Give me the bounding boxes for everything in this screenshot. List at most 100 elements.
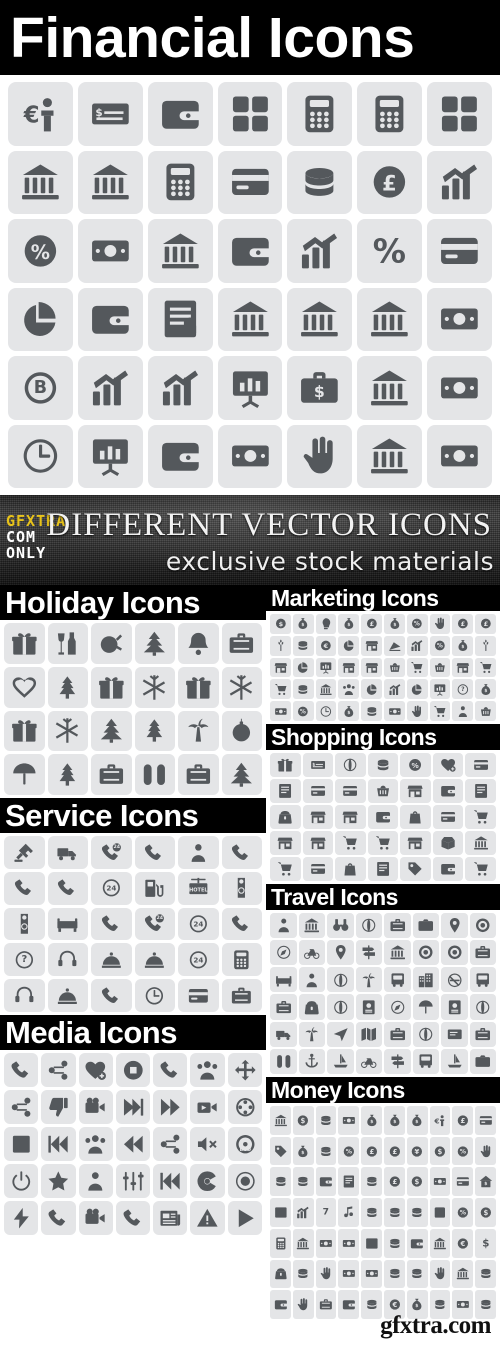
gift-present-icon (4, 710, 45, 752)
globe-stand-icon (412, 1021, 439, 1047)
coin-purse-icon (298, 994, 325, 1020)
banknote-icon (270, 1106, 291, 1135)
left-column: Holiday Icons Service Icons 24 24 HOTEL 24 2… (0, 585, 266, 1238)
tree-outline-icon (47, 754, 88, 795)
passport-id-icon (441, 994, 468, 1020)
store-building-icon (315, 679, 337, 700)
heart-add-icon (432, 753, 464, 777)
city-buildings-icon (412, 967, 439, 993)
traveler-person-icon (298, 967, 325, 993)
svg-text:£: £ (392, 1178, 397, 1186)
wallet-cards-icon (315, 1167, 337, 1197)
tag-price-icon (400, 857, 431, 881)
pound-coin-icon: £ (357, 150, 423, 214)
financial-icon-grid: € $ £%% B $ (0, 75, 500, 495)
briefcase-travel-icon (270, 994, 297, 1020)
wallet-purse-icon (270, 1290, 291, 1319)
money-bag-euro-icon: $ (383, 614, 405, 634)
bag-lock-icon (400, 805, 431, 829)
clock-chart-icon (315, 701, 337, 721)
coin-toss-icon (383, 1228, 405, 1258)
report-chart-icon (315, 657, 337, 678)
svg-text:%: % (373, 231, 406, 270)
map-pin-icon (441, 913, 468, 939)
svg-text:24: 24 (193, 955, 203, 964)
hands-dollar-icon (287, 424, 353, 488)
train-cabin-icon (384, 967, 411, 993)
globe-grid-icon (327, 967, 354, 993)
snowflake-detailed-icon (47, 710, 88, 752)
wheat-tag-icon (270, 635, 291, 656)
hand-coins-give-icon (361, 1290, 382, 1319)
luggage-trolley-icon (91, 754, 132, 795)
shopping-icon-grid: $% (266, 750, 500, 884)
hand-coin-icon (292, 1167, 314, 1197)
palm-tree-icon (298, 1021, 325, 1047)
graduate-cap-icon (452, 701, 474, 721)
promo-title: DIFFERENT VECTOR ICONS (46, 507, 492, 543)
palm-island-icon (355, 967, 382, 993)
svg-text:$: $ (461, 644, 464, 650)
pound-exchange-icon: £ (361, 1136, 382, 1166)
location-pin-icon (327, 940, 354, 966)
invoice-dollar-icon (338, 1167, 360, 1197)
thumbs-down-icon (41, 1090, 76, 1124)
growth-chart-icon (77, 356, 143, 420)
van-bus-icon (270, 1021, 297, 1047)
cheque-signature-icon: $ (302, 753, 334, 777)
svg-text:$: $ (416, 1119, 419, 1125)
flip-flops-icon (270, 1048, 297, 1074)
hotel-building-icon (384, 940, 411, 966)
coin-row-icon (475, 1259, 496, 1289)
gift-ribbon-icon (91, 666, 132, 708)
magnifier-coin-icon (292, 1259, 314, 1289)
presentation-bars-icon (77, 424, 143, 488)
building-hotel-icon (298, 913, 325, 939)
svg-text:€: € (434, 1116, 440, 1125)
box-share-icon (153, 1127, 188, 1161)
cart-wheel-icon (270, 857, 301, 881)
passport-stack-icon (355, 994, 382, 1020)
question-mark-icon: ? (4, 943, 45, 977)
pie-chart-icon (338, 635, 360, 656)
icon-sets-region: Holiday Icons Service Icons 24 24 HOTEL 24 2… (0, 585, 500, 1349)
coins-pile-icon (315, 1136, 337, 1166)
phone-ringing-icon (221, 836, 262, 869)
palm-beach-icon (178, 710, 219, 752)
radiation-symbol-icon (190, 1164, 225, 1198)
money-bag-icon: $ (383, 1106, 405, 1135)
percent-circle-icon: % (406, 614, 428, 634)
svg-text:$: $ (301, 1117, 306, 1125)
restaurant-cloche-icon (134, 943, 175, 977)
people-group-icon (190, 1053, 225, 1087)
svg-text:$: $ (302, 1150, 305, 1156)
piggy-bank-coin-icon (357, 424, 423, 488)
seven-lucky-icon: 7 (315, 1198, 337, 1227)
gold-bar-icon (361, 1228, 382, 1258)
coin-large-icon (406, 1198, 428, 1227)
travel-bag-icon (384, 1021, 411, 1047)
bank-temple-icon (357, 356, 423, 420)
dollar-note-icon (429, 1167, 451, 1197)
svg-text:€: € (459, 1240, 465, 1248)
pine-tree-outline-icon (134, 710, 175, 752)
svg-text:B: B (34, 378, 47, 398)
calculator-icon (287, 82, 353, 146)
phone-handset-icon (4, 871, 45, 905)
card-payment-icon (302, 857, 334, 881)
coin-bag-icon: $ (406, 1106, 428, 1135)
section-title-service-text: Service Icons (5, 798, 199, 833)
wallet-open-icon (432, 857, 464, 881)
folded-map-icon (355, 1021, 382, 1047)
bicycle-ride-icon (355, 1048, 382, 1074)
rewind-icon (115, 1127, 151, 1161)
svg-text:$: $ (393, 622, 396, 628)
percent-coin-icon: % (338, 1136, 360, 1166)
fir-tree-icon (91, 710, 132, 752)
section-title-shopping: Shopping Icons (266, 724, 500, 750)
chart-up-arrow-icon (427, 150, 492, 214)
pound-note-icon (427, 424, 492, 488)
piggy-bank-icon (8, 150, 73, 214)
calculator-icon (270, 1228, 291, 1258)
warning-sign-icon (190, 1201, 225, 1235)
